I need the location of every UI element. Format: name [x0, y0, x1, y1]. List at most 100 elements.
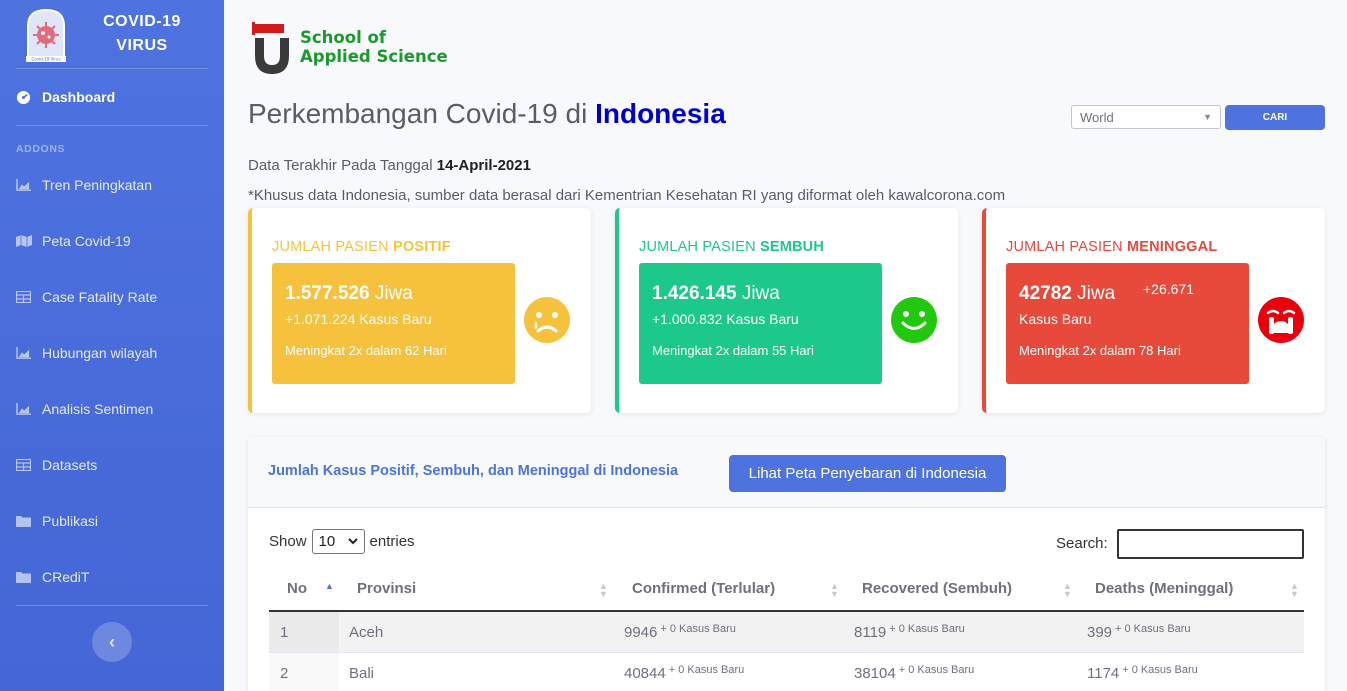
last-updated-date: 14-April-2021: [436, 157, 531, 174]
card-stat-box: 42782 Jiwa +26.671 Kasus Baru Meningkat …: [1006, 263, 1249, 384]
card-stat-box: 1.577.526 Jiwa +1.071.224 Kasus Baru Men…: [272, 263, 515, 384]
cell-confirmed: 9946 + 0 Kasus Baru: [624, 623, 736, 641]
table-icon: [16, 290, 36, 304]
sidebar-toggle-button[interactable]: ‹: [92, 622, 132, 662]
folder-icon: [16, 514, 36, 528]
cell-recovered-value: 38104: [854, 665, 896, 682]
nav-hubungan-wilayah[interactable]: Hubungan wilayah: [0, 333, 224, 373]
cell-recovered-value: 8119: [854, 624, 887, 641]
cell-new-cases: + 0 Kasus Baru: [668, 664, 745, 676]
sort-asc-icon: ▲: [325, 581, 334, 591]
table-card-header: Jumlah Kasus Positif, Sembuh, dan Mening…: [248, 437, 1325, 508]
sort-icon: ▲ ▼: [1063, 581, 1072, 599]
nav-peta-covid[interactable]: Peta Covid-19: [0, 221, 224, 261]
page-title-country: Indonesia: [595, 98, 726, 129]
nav-case-fatality-rate[interactable]: Case Fatality Rate: [0, 277, 224, 317]
nav-dashboard[interactable]: Dashboard: [0, 77, 224, 117]
column-header-confirmed[interactable]: Confirmed (Terlular): [632, 580, 775, 597]
chevron-down-icon: [347, 538, 358, 545]
stat-value: 42782 Jiwa: [1019, 283, 1115, 305]
search-button[interactable]: CARI: [1225, 105, 1325, 130]
nav-label: Hubungan wilayah: [42, 345, 158, 361]
cell-deaths: 399 + 0 Kasus Baru: [1087, 623, 1191, 641]
card-title: JUMLAH PASIEN SEMBUH: [639, 239, 824, 255]
nav-datasets[interactable]: Datasets: [0, 445, 224, 485]
cell-deaths-value: 399: [1087, 624, 1113, 641]
tachometer-icon: [16, 90, 36, 104]
stat-value: 1.577.526 Jiwa: [285, 283, 413, 305]
view-map-button[interactable]: Lihat Peta Penyebaran di Indonesia: [729, 455, 1006, 492]
page-title-prefix: Perkembangan Covid-19 di: [248, 98, 588, 129]
stat-trend: Meningkat 2x dalam 78 Hari: [1019, 343, 1181, 358]
cell-no: 2: [280, 665, 289, 682]
stat-new-cases: +1.071.224 Kasus Baru: [285, 311, 432, 327]
card-title-prefix: JUMLAH PASIEN: [272, 239, 389, 255]
sidebar: Covid-19 Virus COVID-19 VIRUS Dashboard …: [0, 0, 224, 691]
card-title-prefix: JUMLAH PASIEN: [1006, 239, 1123, 255]
cell-no: 1: [280, 624, 289, 641]
brand-name: COVID-19 VIRUS: [103, 13, 181, 54]
cell-new-cases: + 0 Kasus Baru: [660, 623, 736, 635]
entries-select-value: 10: [318, 533, 336, 550]
show-label: Show: [269, 533, 307, 550]
card-title: JUMLAH PASIEN POSITIF: [272, 239, 451, 255]
stat-value: 1.426.145 Jiwa: [652, 283, 780, 305]
map-icon: [16, 234, 36, 248]
nav-analisis-sentimen[interactable]: Analisis Sentimen: [0, 389, 224, 429]
entries-length: Show 10 entries: [269, 529, 415, 554]
table-search-input[interactable]: [1117, 529, 1304, 559]
nav-label: CRediT: [42, 569, 90, 585]
stat-trend: Meningkat 2x dalam 62 Hari: [285, 343, 447, 358]
stat-new-label: Kasus Baru: [1019, 311, 1092, 327]
sad-tear-icon: [524, 297, 570, 343]
nav-label: Analisis Sentimen: [42, 401, 154, 417]
column-header-recovered[interactable]: Recovered (Sembuh): [862, 580, 1012, 597]
stat-number: 1.577.526: [285, 283, 370, 304]
entries-label: entries: [369, 533, 415, 550]
folder-icon: [16, 570, 36, 584]
card-positif: JUMLAH PASIEN POSITIF 1.577.526 Jiwa +1.…: [248, 208, 591, 413]
card-stat-box: 1.426.145 Jiwa +1.000.832 Kasus Baru Men…: [639, 263, 882, 384]
nav-label: Peta Covid-19: [42, 233, 131, 249]
table-row: 1 Aceh 9946 + 0 Kasus Baru 8119 + 0 Kasus …: [269, 612, 1304, 653]
cell-new-cases: + 0 Kasus Baru: [1122, 664, 1198, 676]
column-header-provinsi[interactable]: Provinsi: [357, 580, 416, 597]
table-title: Jumlah Kasus Positif, Sembuh, dan Mening…: [268, 463, 679, 479]
column-header-deaths[interactable]: Deaths (Meninggal): [1095, 580, 1233, 597]
cell-provinsi: Aceh: [349, 624, 384, 641]
sidebar-divider: [16, 125, 208, 126]
table-icon: [16, 458, 36, 472]
stat-new-count: +26.671: [1143, 281, 1194, 297]
chart-area-icon: [16, 346, 36, 360]
school-name: School of Applied Science: [300, 28, 448, 66]
nav-tren-peningkatan[interactable]: Tren Peningkatan: [0, 165, 224, 205]
sidebar-brand[interactable]: Covid-19 Virus COVID-19 VIRUS: [0, 0, 224, 68]
country-select[interactable]: World ▼: [1071, 105, 1221, 129]
column-header-no[interactable]: No: [287, 580, 307, 597]
data-source-note: *Khusus data Indonesia, sumber data bera…: [248, 187, 1006, 204]
table-row: 2 Bali 40844 + 0 Kasus Baru 38104 + 0 Kasu…: [269, 653, 1304, 691]
sidebar-divider: [16, 68, 208, 69]
nav-dashboard-label: Dashboard: [42, 89, 116, 105]
cell-confirmed: 40844 + 0 Kasus Baru: [624, 664, 745, 682]
card-meninggal: JUMLAH PASIEN MENINGGAL 42782 Jiwa +26.6…: [982, 208, 1325, 413]
cell-deaths-value: 1174: [1087, 665, 1120, 682]
search-label: Search:: [1056, 535, 1108, 552]
cell-new-cases: + 0 Kasus Baru: [898, 664, 975, 676]
cell-deaths: 1174 + 0 Kasus Baru: [1087, 664, 1198, 682]
nav-label: Publikasi: [42, 513, 99, 529]
chart-area-icon: [16, 178, 36, 192]
cell-recovered: 8119 + 0 Kasus Baru: [854, 623, 965, 641]
smile-icon: [891, 297, 937, 343]
entries-select[interactable]: 10: [311, 529, 365, 554]
caret-down-icon: ▼: [1203, 112, 1212, 122]
card-title-prefix: JUMLAH PASIEN: [639, 239, 756, 255]
school-name-line2: Applied Science: [300, 47, 448, 66]
stat-number: 42782: [1019, 283, 1072, 304]
nav-credit[interactable]: CRediT: [0, 557, 224, 597]
card-title-bold: POSITIF: [392, 239, 451, 255]
school-logo: School of Applied Science: [252, 20, 452, 78]
nav-publikasi[interactable]: Publikasi: [0, 501, 224, 541]
nav-label: Case Fatality Rate: [42, 289, 158, 305]
cell-new-cases: + 0 Kasus Baru: [1115, 623, 1191, 635]
